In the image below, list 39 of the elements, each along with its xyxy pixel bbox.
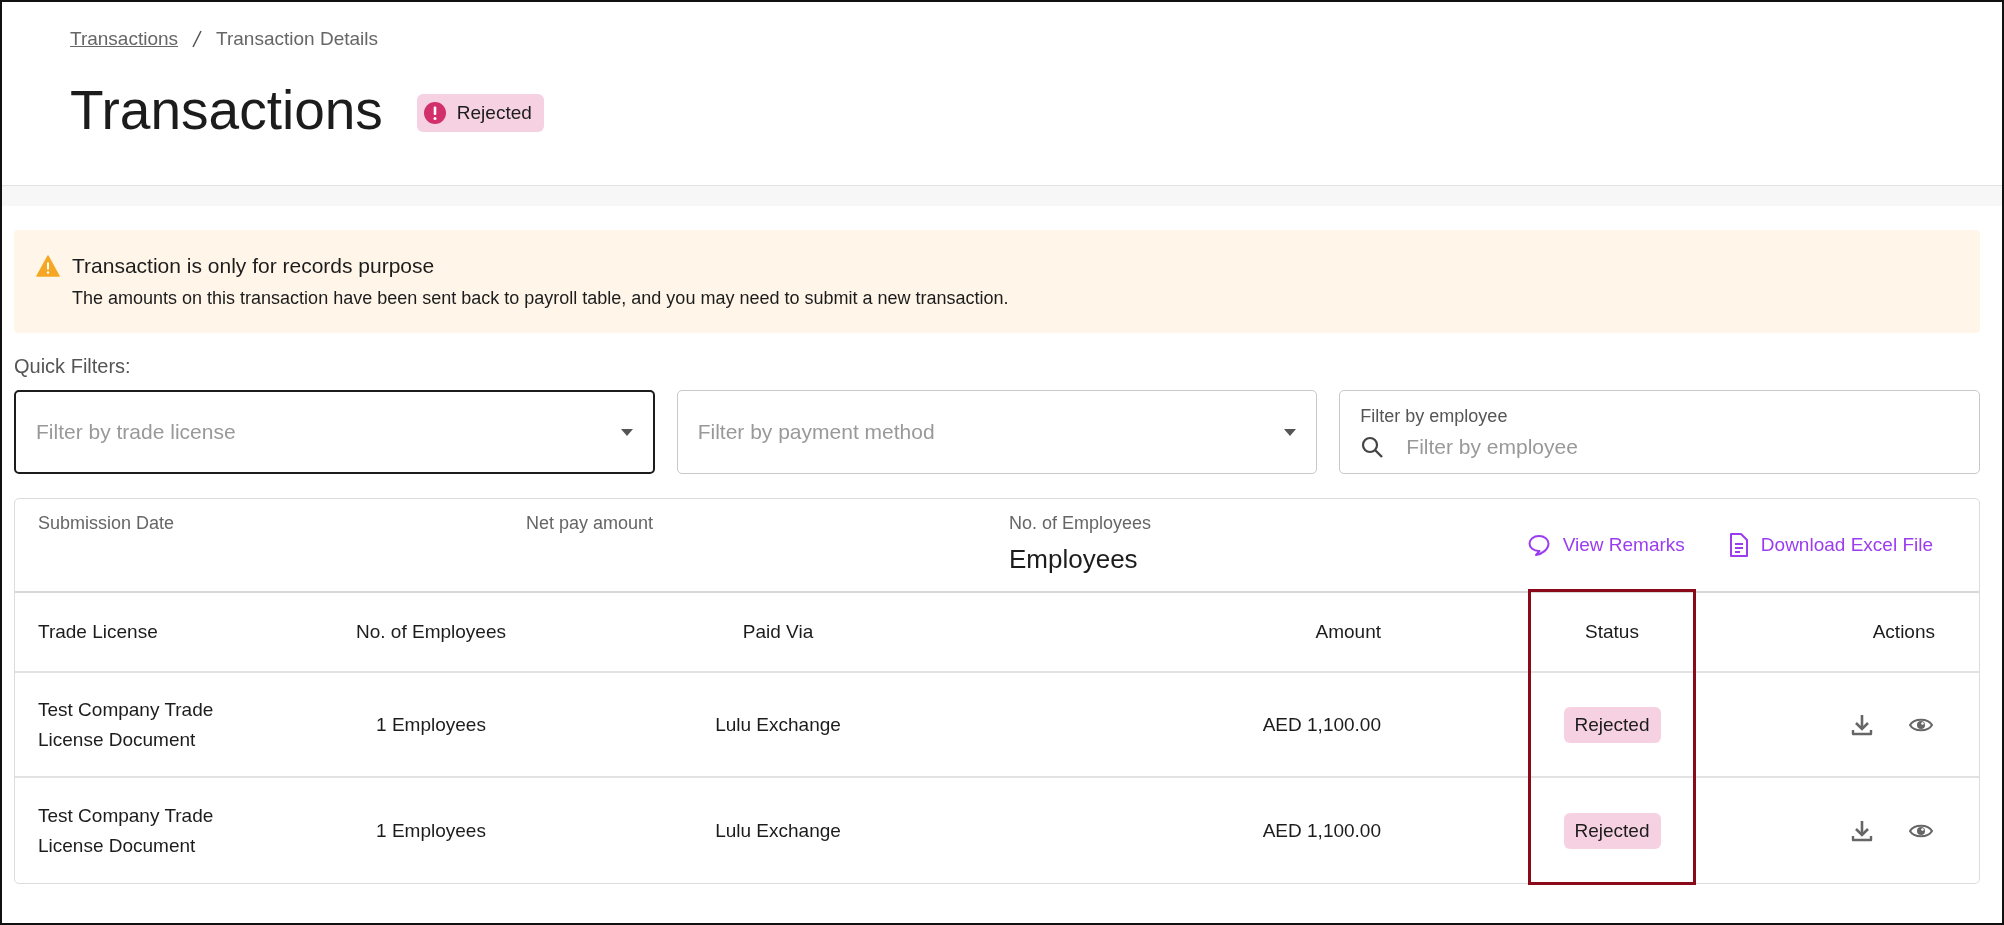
status-badge: Rejected (416, 94, 544, 132)
breadcrumb-current: Transaction Details (216, 28, 378, 50)
caret-down-icon (620, 428, 633, 436)
column-header: Trade License (38, 621, 158, 643)
table-cell-text: Test Company Trade License Document (38, 804, 215, 858)
summary-label: No. of Employees (1009, 513, 1153, 534)
download-excel-link[interactable]: Download Excel File (1728, 533, 1933, 557)
table-cell: 1 Employees (376, 713, 486, 736)
table-cell: 1 Employees (376, 819, 486, 842)
table-cell: AED 1,100.00 (1262, 713, 1381, 736)
column-header: Status (1585, 621, 1639, 643)
table-cell: Lulu Exchange (715, 713, 841, 736)
summary-label: Submission Date (38, 513, 176, 534)
search-field[interactable]: Filter by employee Filter by employee (1339, 390, 1980, 474)
filter-dropdown[interactable]: Filter by payment method (676, 390, 1318, 474)
status-badge: Rejected (1563, 706, 1661, 743)
alert-message: The amounts on this transaction have been sent back to payroll table, and you may need to submit a new transaction. (72, 288, 1010, 309)
column-header: Paid Via (742, 621, 814, 643)
table-cell: AED 1,100.00 (1262, 819, 1381, 842)
view-remarks-link[interactable]: View Remarks (1526, 533, 1685, 557)
status-badge: Rejected (1563, 812, 1661, 849)
summary-label: Net pay amount (526, 513, 655, 534)
breadcrumb-link[interactable]: Transactions (70, 28, 179, 50)
caret-down-icon (1284, 428, 1297, 436)
page-title: Transactions (70, 78, 383, 142)
summary-value: Employees (1009, 544, 1139, 575)
column-header: Amount (1315, 621, 1381, 643)
speech-bubble-icon (1526, 533, 1551, 557)
table-cell-text: Test Company Trade License Document (38, 698, 215, 752)
quick-filters-label: Quick Filters: (14, 355, 132, 378)
column-header: No. of Employees (356, 621, 506, 643)
alert-title: Transaction is only for records purpose (72, 254, 435, 278)
column-header: Actions (1872, 621, 1935, 643)
filter-dropdown[interactable]: Filter by trade license (14, 390, 655, 474)
breadcrumb-separator (192, 30, 203, 48)
search-icon (1360, 434, 1385, 459)
document-icon (1728, 533, 1749, 557)
warning-icon (36, 255, 60, 277)
table-cell: Lulu Exchange (715, 819, 841, 842)
